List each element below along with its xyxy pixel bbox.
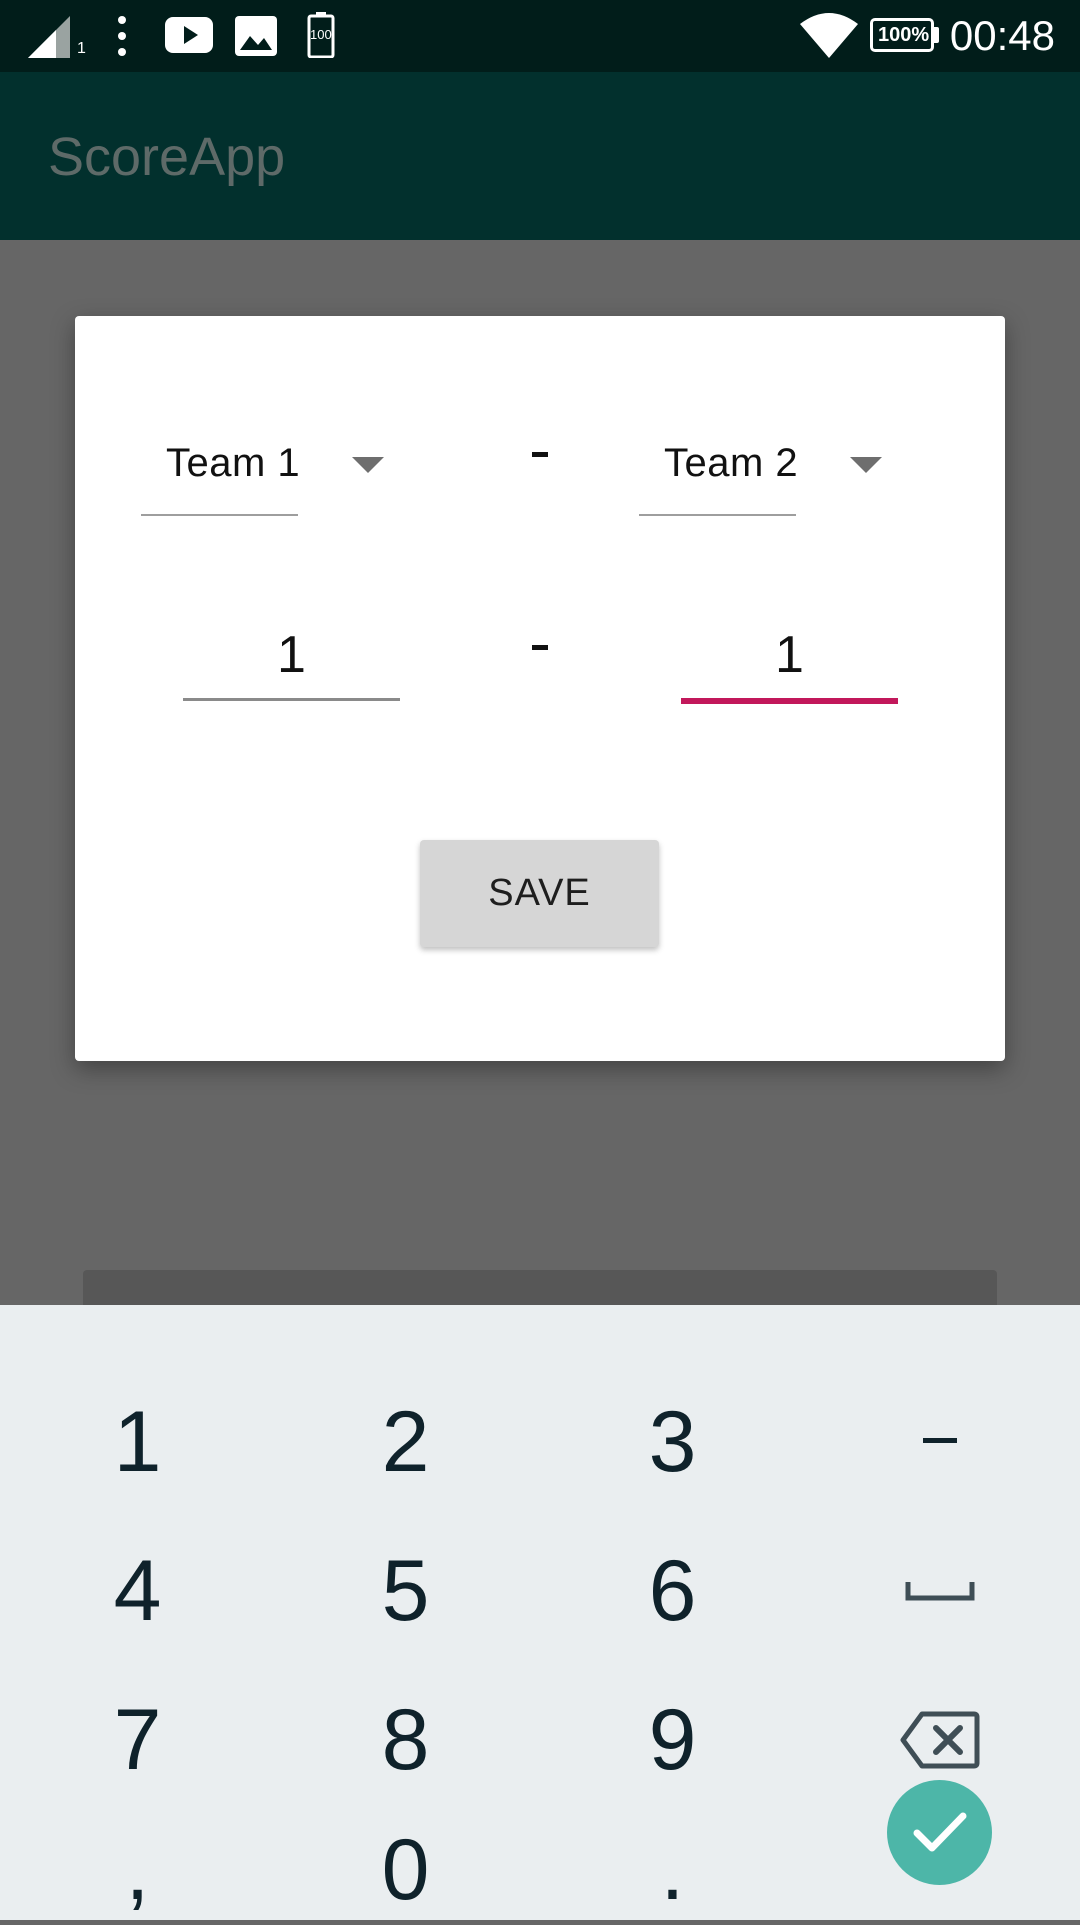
- key-2[interactable]: 2: [272, 1368, 539, 1516]
- key-space[interactable]: [806, 1517, 1073, 1665]
- team2-spinner-value: Team 2: [664, 441, 799, 485]
- team2-spinner-underline: [639, 514, 796, 516]
- team-separator: [532, 452, 548, 457]
- key-0[interactable]: 0: [272, 1815, 539, 1925]
- clock: 00:48: [949, 12, 1055, 59]
- score-separator: [532, 645, 548, 650]
- key-comma[interactable]: ,: [4, 1815, 271, 1925]
- key-minus[interactable]: [806, 1368, 1073, 1516]
- team2-score-value: 1: [775, 626, 804, 684]
- score-dialog: Team 1 Team 2 1 1 SAVE: [75, 316, 1005, 1061]
- signal-icon: [28, 16, 70, 58]
- team1-score-value: 1: [277, 626, 306, 684]
- team1-spinner-value: Team 1: [166, 441, 301, 485]
- key-8[interactable]: 8: [272, 1666, 539, 1814]
- key-5[interactable]: 5: [272, 1517, 539, 1665]
- team1-score-underline: [183, 698, 400, 701]
- key-3[interactable]: 3: [539, 1368, 806, 1516]
- team2-score-underline: [681, 698, 898, 704]
- key-7[interactable]: 7: [4, 1666, 271, 1814]
- team2-score-input[interactable]: 1: [681, 621, 898, 704]
- team1-spinner-underline: [141, 514, 298, 516]
- youtube-icon: [165, 17, 213, 53]
- key-done[interactable]: [806, 1758, 1073, 1906]
- done-key-circle: [887, 1779, 992, 1885]
- minus-icon: [922, 1438, 957, 1443]
- image-icon: [235, 16, 277, 56]
- space-icon: [905, 1582, 974, 1601]
- numeric-keyboard: 1 2 3 4 5 6 7 8 9 , 0 .: [0, 1305, 1080, 1920]
- key-1[interactable]: 1: [4, 1368, 271, 1516]
- key-4[interactable]: 4: [4, 1517, 271, 1665]
- team1-spinner[interactable]: Team 1: [141, 413, 406, 516]
- battery-saver-label: 100: [310, 27, 332, 42]
- app-title: ScoreApp: [48, 127, 286, 187]
- team2-spinner[interactable]: Team 2: [639, 413, 904, 516]
- key-period[interactable]: .: [539, 1815, 806, 1925]
- app-bar: ScoreApp: [0, 72, 1080, 240]
- wifi-icon: [800, 13, 858, 58]
- more-icon: [118, 16, 126, 56]
- team1-score-input[interactable]: 1: [183, 621, 400, 701]
- dropdown-arrow-icon: [850, 457, 882, 473]
- dropdown-arrow-icon: [352, 457, 384, 473]
- key-9[interactable]: 9: [539, 1666, 806, 1814]
- status-bar: 1 100 100% 00:48: [0, 0, 1080, 72]
- signal-sub-label: 1: [77, 40, 86, 57]
- battery-percent: 100%: [878, 24, 930, 46]
- checkmark-icon: [913, 1812, 966, 1852]
- key-6[interactable]: 6: [539, 1517, 806, 1665]
- save-button[interactable]: SAVE: [420, 840, 659, 947]
- battery-tip: [934, 27, 939, 43]
